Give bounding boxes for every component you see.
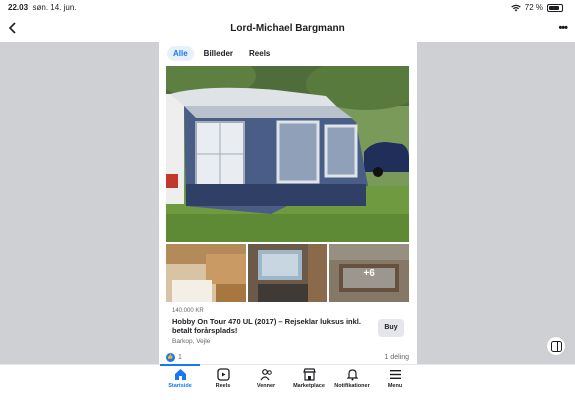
nav-home[interactable]: Startside xyxy=(158,368,202,389)
nav-home-label: Startside xyxy=(168,383,192,389)
nav-notifications-label: Notifikationer xyxy=(334,383,370,389)
listing-price: 140.000 KR xyxy=(172,308,204,314)
left-backdrop xyxy=(0,42,159,364)
home-icon xyxy=(174,369,186,380)
status-indicators: 72 % xyxy=(510,3,563,12)
menu-icon xyxy=(389,370,401,379)
listing-thumbnails: +6 xyxy=(166,244,410,302)
active-tab-indicator xyxy=(160,364,200,366)
thumbnail-interior-1[interactable] xyxy=(166,244,246,302)
page-title: Lord-Michael Bargmann xyxy=(230,23,345,34)
listing-location: Barkop, Vejle xyxy=(172,338,211,345)
post-card: Alle Billeder Reels +6 140.000 KR Hobby … xyxy=(159,42,417,364)
nav-reels[interactable]: Reels xyxy=(201,368,245,389)
nav-friends-label: Venner xyxy=(256,383,276,389)
status-time: 22.03 søn. 14. jun. xyxy=(8,3,77,12)
reaction-count[interactable]: 👍 1 xyxy=(166,353,182,362)
bottom-navigation: Startside Reels Venner Marketplace Notif… xyxy=(0,364,575,400)
battery-icon xyxy=(547,3,563,12)
tab-reels[interactable]: Reels xyxy=(243,46,276,61)
media-tabs: Alle Billeder Reels xyxy=(167,46,276,61)
like-icon: 👍 xyxy=(166,353,175,362)
wifi-icon xyxy=(510,4,521,11)
reels-icon xyxy=(216,368,230,381)
sidebar-toggle-icon xyxy=(550,340,562,352)
buy-button[interactable]: Buy xyxy=(378,319,404,337)
friends-icon xyxy=(260,369,272,381)
nav-menu-label: Menu xyxy=(387,383,403,389)
share-count[interactable]: 1 deling xyxy=(384,354,409,361)
app-header: Lord-Michael Bargmann ••• xyxy=(0,16,575,42)
bell-icon xyxy=(346,369,358,381)
tab-photos[interactable]: Billeder xyxy=(198,46,239,61)
nav-friends[interactable]: Venner xyxy=(244,368,288,389)
tab-all[interactable]: Alle xyxy=(167,46,194,61)
nav-reels-label: Reels xyxy=(215,383,231,389)
nav-notifications[interactable]: Notifikationer xyxy=(330,368,374,389)
caravan-photo xyxy=(166,66,409,242)
marketplace-icon xyxy=(302,368,316,381)
battery-percent: 72 % xyxy=(524,3,543,12)
nav-marketplace-label: Marketplace xyxy=(293,383,325,389)
status-bar: 22.03 søn. 14. jun. 72 % xyxy=(0,0,575,16)
listing-title[interactable]: Hobby On Tour 470 UL (2017) – Rejseklar … xyxy=(172,317,372,335)
thumbnail-interior-2[interactable] xyxy=(247,244,328,302)
interior-photo xyxy=(166,244,246,302)
nav-marketplace[interactable]: Marketplace xyxy=(287,368,331,389)
main-listing-photo[interactable] xyxy=(166,66,409,242)
nav-menu[interactable]: Menu xyxy=(373,368,417,389)
thumbnail-more[interactable]: +6 xyxy=(329,244,410,302)
interior-photo xyxy=(247,244,328,302)
more-options-button[interactable]: ••• xyxy=(558,22,568,34)
more-photos-count: +6 xyxy=(329,244,410,302)
right-backdrop xyxy=(417,42,575,364)
side-panel-button[interactable] xyxy=(546,336,566,356)
like-count: 1 xyxy=(178,354,182,361)
